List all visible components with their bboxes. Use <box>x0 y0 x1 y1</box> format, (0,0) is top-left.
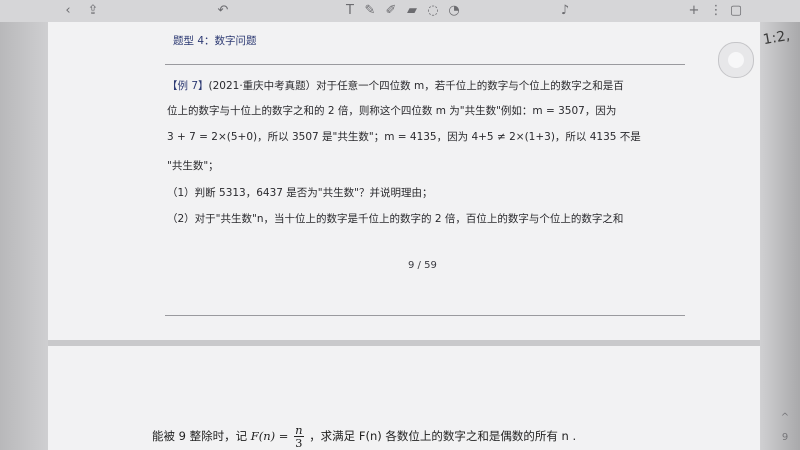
problem-line-4: "共生数"； <box>167 160 219 172</box>
shapes-icon[interactable]: ◔ <box>446 3 462 19</box>
text-tool-icon[interactable]: T <box>342 3 358 19</box>
toolbar: ‹ ⇪ ↶ T ✎ ✐ ▰ ◌ ◔ ♪ + ⋮ ▢ <box>0 0 800 23</box>
fraction: n 3 <box>294 424 304 450</box>
page-indicator: 9 / 59 <box>408 260 437 271</box>
side-page-number: 9 <box>781 432 789 443</box>
example-label: 【例 7】 <box>167 80 209 92</box>
header-divider <box>165 64 685 65</box>
floating-tool-button[interactable] <box>718 42 754 78</box>
question-2: （2）对于"共生数"n，当十位上的数字是千位上的数字的 2 倍，百位上的数字与个… <box>167 213 624 225</box>
highlighter-icon[interactable]: ✐ <box>383 3 399 19</box>
lasso-icon[interactable]: ◌ <box>425 3 441 19</box>
pen-icon[interactable]: ✎ <box>362 3 378 19</box>
eraser-icon[interactable]: ▰ <box>404 3 420 19</box>
microphone-icon[interactable]: ♪ <box>557 3 573 19</box>
fraction-denominator: 3 <box>295 436 303 450</box>
problem-line-3: 3 + 7 = 2×(5+0)，所以 3507 是"共生数"；m = 4135，… <box>167 131 641 143</box>
document-page <box>48 22 760 340</box>
continuation-prefix: 能被 9 整除时，记 <box>152 429 248 443</box>
problem-text-1: (2021·重庆中考真题）对于任意一个四位数 m，若千位上的数字与个位上的数字之… <box>208 80 624 92</box>
pages-icon[interactable]: ⋮ <box>708 3 724 19</box>
continuation-suffix: ，求满足 F(n) 各数位上的数字之和是偶数的所有 n . <box>309 429 577 443</box>
footer-divider <box>165 315 685 316</box>
add-page-icon[interactable]: + <box>686 3 702 19</box>
problem-line-1: 【例 7】(2021·重庆中考真题）对于任意一个四位数 m，若千位上的数字与个位… <box>167 78 624 93</box>
right-edge <box>760 22 800 450</box>
more-icon[interactable]: ▢ <box>728 3 744 19</box>
section-title: 题型 4：数字问题 <box>173 35 257 47</box>
question-1: （1）判断 5313，6437 是否为"共生数"？并说明理由； <box>167 187 433 199</box>
scroll-up-icon[interactable]: ^ <box>776 412 794 426</box>
chevron-left-icon[interactable]: ‹ <box>60 3 76 19</box>
problem-line-2: 位上的数字与十位上的数字之和的 2 倍，则称这个四位数 m 为"共生数"例如：m… <box>167 105 617 117</box>
function-expression: F(n) = <box>250 429 289 443</box>
undo-icon[interactable]: ↶ <box>215 3 231 19</box>
continuation-line: 能被 9 整除时，记 F(n) = n 3 ，求满足 F(n) 各数位上的数字之… <box>152 424 576 449</box>
left-edge <box>0 22 48 450</box>
share-icon[interactable]: ⇪ <box>85 3 101 19</box>
